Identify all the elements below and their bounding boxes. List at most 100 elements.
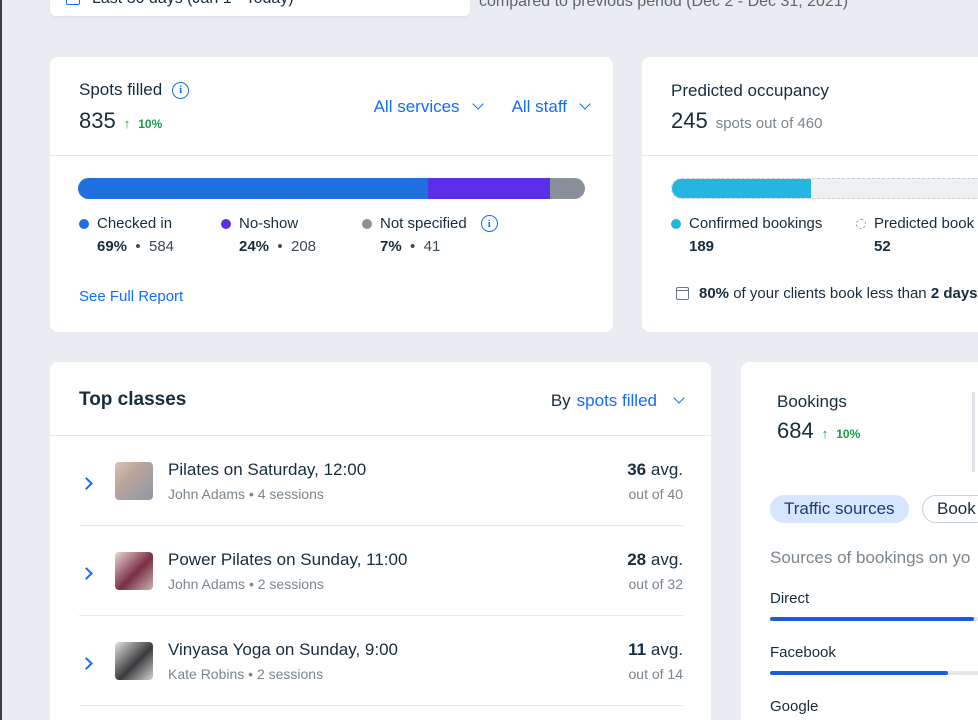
- legend-count: 208: [290, 238, 317, 255]
- bar-segment-checked-in: [78, 178, 428, 199]
- legend-confirmed: Confirmed bookings 189: [671, 215, 822, 255]
- row-divider: [79, 705, 683, 706]
- class-name: Power Pilates on Sunday, 11:00: [168, 550, 408, 569]
- calendar-icon: [66, 0, 80, 5]
- legend-label: No-show: [239, 215, 299, 232]
- class-meta: John Adams • 4 sessions: [168, 486, 324, 502]
- class-name: Pilates on Saturday, 12:00: [168, 460, 367, 479]
- occupancy-sub: spots out of 460: [715, 115, 823, 132]
- legend-dot: [221, 218, 231, 229]
- staff-filter[interactable]: All staff: [512, 97, 591, 117]
- occupancy-value-row: 245 spots out of 460: [671, 108, 822, 134]
- info-icon[interactable]: i: [480, 215, 498, 232]
- bar-segment-not-specified: [549, 178, 585, 199]
- legend-dot: [79, 218, 89, 229]
- avg-value: 36: [627, 460, 647, 479]
- occupancy-bar-confirmed: [672, 179, 811, 198]
- legend-no-show: No-show 24% • 208: [221, 215, 316, 255]
- source-bar-facebook: [770, 671, 948, 675]
- class-row[interactable]: Pilates on Saturday, 12:00 John Adams • …: [79, 436, 683, 526]
- chevron-down-icon: [579, 98, 591, 110]
- spots-filled-title-row: Spots filled i: [79, 80, 190, 100]
- top-classes-title: Top classes: [79, 389, 187, 410]
- calendar-icon: [676, 287, 689, 300]
- legend-dot: [362, 218, 372, 229]
- note-pct: 80%: [699, 285, 730, 302]
- class-meta: Kate Robins • 2 sessions: [168, 666, 324, 682]
- legend-pct: 69%: [97, 238, 128, 255]
- source-label: Direct: [770, 590, 810, 607]
- divider: [50, 155, 613, 156]
- confirmed-value: 189: [689, 238, 715, 255]
- note-text: of your clients book less than: [733, 285, 927, 302]
- confirmed-label: Confirmed bookings: [689, 215, 823, 232]
- legend-separator: •: [277, 238, 283, 255]
- predicted-occupancy-card: Predicted occupancy 245 spots out of 460…: [642, 57, 978, 332]
- info-icon[interactable]: i: [172, 81, 190, 99]
- trend-up-icon: ↑: [821, 426, 829, 441]
- see-full-report-link[interactable]: See Full Report: [79, 288, 183, 305]
- occupancy-title: Predicted occupancy: [671, 81, 829, 100]
- scrollbar[interactable]: [972, 392, 975, 472]
- avg-value: 28: [627, 550, 647, 569]
- legend-separator: •: [410, 238, 416, 255]
- legend-pct: 7%: [380, 238, 402, 255]
- top-classes-card: Top classes By spots filled Pilates on S…: [50, 362, 711, 720]
- date-range-label: Last 30 days (Jan 1 - Today): [92, 0, 294, 8]
- spots-filters: All services All staff: [373, 97, 591, 117]
- source-label: Facebook: [770, 644, 836, 661]
- legend-dot-dashed: [856, 218, 866, 229]
- sort-prefix: By: [550, 391, 571, 410]
- avg-suffix: avg.: [650, 550, 683, 569]
- chevron-right-icon[interactable]: [80, 567, 93, 580]
- legend-count: 584: [148, 238, 175, 255]
- tab-traffic-sources[interactable]: Traffic sources: [770, 495, 909, 523]
- sources-title: Sources of bookings on yo: [770, 548, 971, 567]
- legend-not-specified: Not specified i 7% • 41: [362, 215, 498, 255]
- legend-pct: 24%: [239, 238, 270, 255]
- chevron-right-icon[interactable]: [80, 657, 93, 670]
- bookings-value: 684: [777, 418, 814, 443]
- class-out-of: out of 14: [628, 666, 684, 682]
- class-row[interactable]: Vinyasa Yoga on Sunday, 9:00 Kate Robins…: [79, 616, 683, 706]
- class-out-of: out of 32: [628, 576, 684, 592]
- tab-bookings[interactable]: Book: [922, 495, 978, 523]
- legend-label: Not specified: [380, 215, 467, 232]
- class-avg: 36 avg.: [627, 460, 683, 480]
- divider: [642, 155, 978, 156]
- date-range-select[interactable]: Last 30 days (Jan 1 - Today): [50, 0, 470, 16]
- bookings-title: Bookings: [777, 392, 847, 411]
- source-label: Google: [770, 698, 819, 715]
- bar-segment-no-show: [427, 178, 550, 199]
- legend-label: Checked in: [97, 215, 173, 232]
- sort-select[interactable]: By spots filled: [550, 391, 685, 411]
- bookings-value-row: 684 ↑ 10%: [777, 418, 860, 444]
- occupancy-bar: [671, 178, 978, 199]
- class-name: Vinyasa Yoga on Sunday, 9:00: [168, 640, 399, 659]
- services-filter-label: All services: [373, 97, 460, 116]
- bookings-trend: 10%: [836, 427, 861, 441]
- bookings-card: Bookings 684 ↑ 10% Traffic sources Book …: [741, 362, 978, 720]
- class-meta: John Adams • 2 sessions: [168, 576, 324, 592]
- predicted-value: 52: [874, 238, 891, 255]
- legend-predicted: Predicted book 52: [856, 215, 974, 255]
- avg-value: 11: [628, 640, 647, 659]
- avg-suffix: avg.: [650, 460, 683, 479]
- class-avg: 28 avg.: [627, 550, 683, 570]
- class-out-of: out of 40: [628, 486, 684, 502]
- chevron-right-icon[interactable]: [80, 477, 93, 490]
- spots-filled-value-row: 835 ↑ 10%: [79, 108, 162, 134]
- sort-value: spots filled: [576, 391, 657, 410]
- legend-checked-in: Checked in 69% • 584: [79, 215, 174, 255]
- chevron-down-icon: [673, 392, 685, 404]
- class-avg: 11 avg.: [628, 640, 683, 660]
- trend-up-icon: ↑: [123, 116, 131, 131]
- class-thumbnail: [115, 642, 153, 680]
- window-edge: [0, 0, 2, 720]
- services-filter[interactable]: All services: [373, 97, 484, 117]
- class-row[interactable]: Power Pilates on Sunday, 11:00 John Adam…: [79, 526, 683, 616]
- spots-stacked-bar: [78, 178, 585, 199]
- class-thumbnail: [115, 552, 153, 590]
- occupancy-note: 80% of your clients book less than 2 day…: [676, 285, 978, 302]
- chevron-down-icon: [471, 98, 484, 110]
